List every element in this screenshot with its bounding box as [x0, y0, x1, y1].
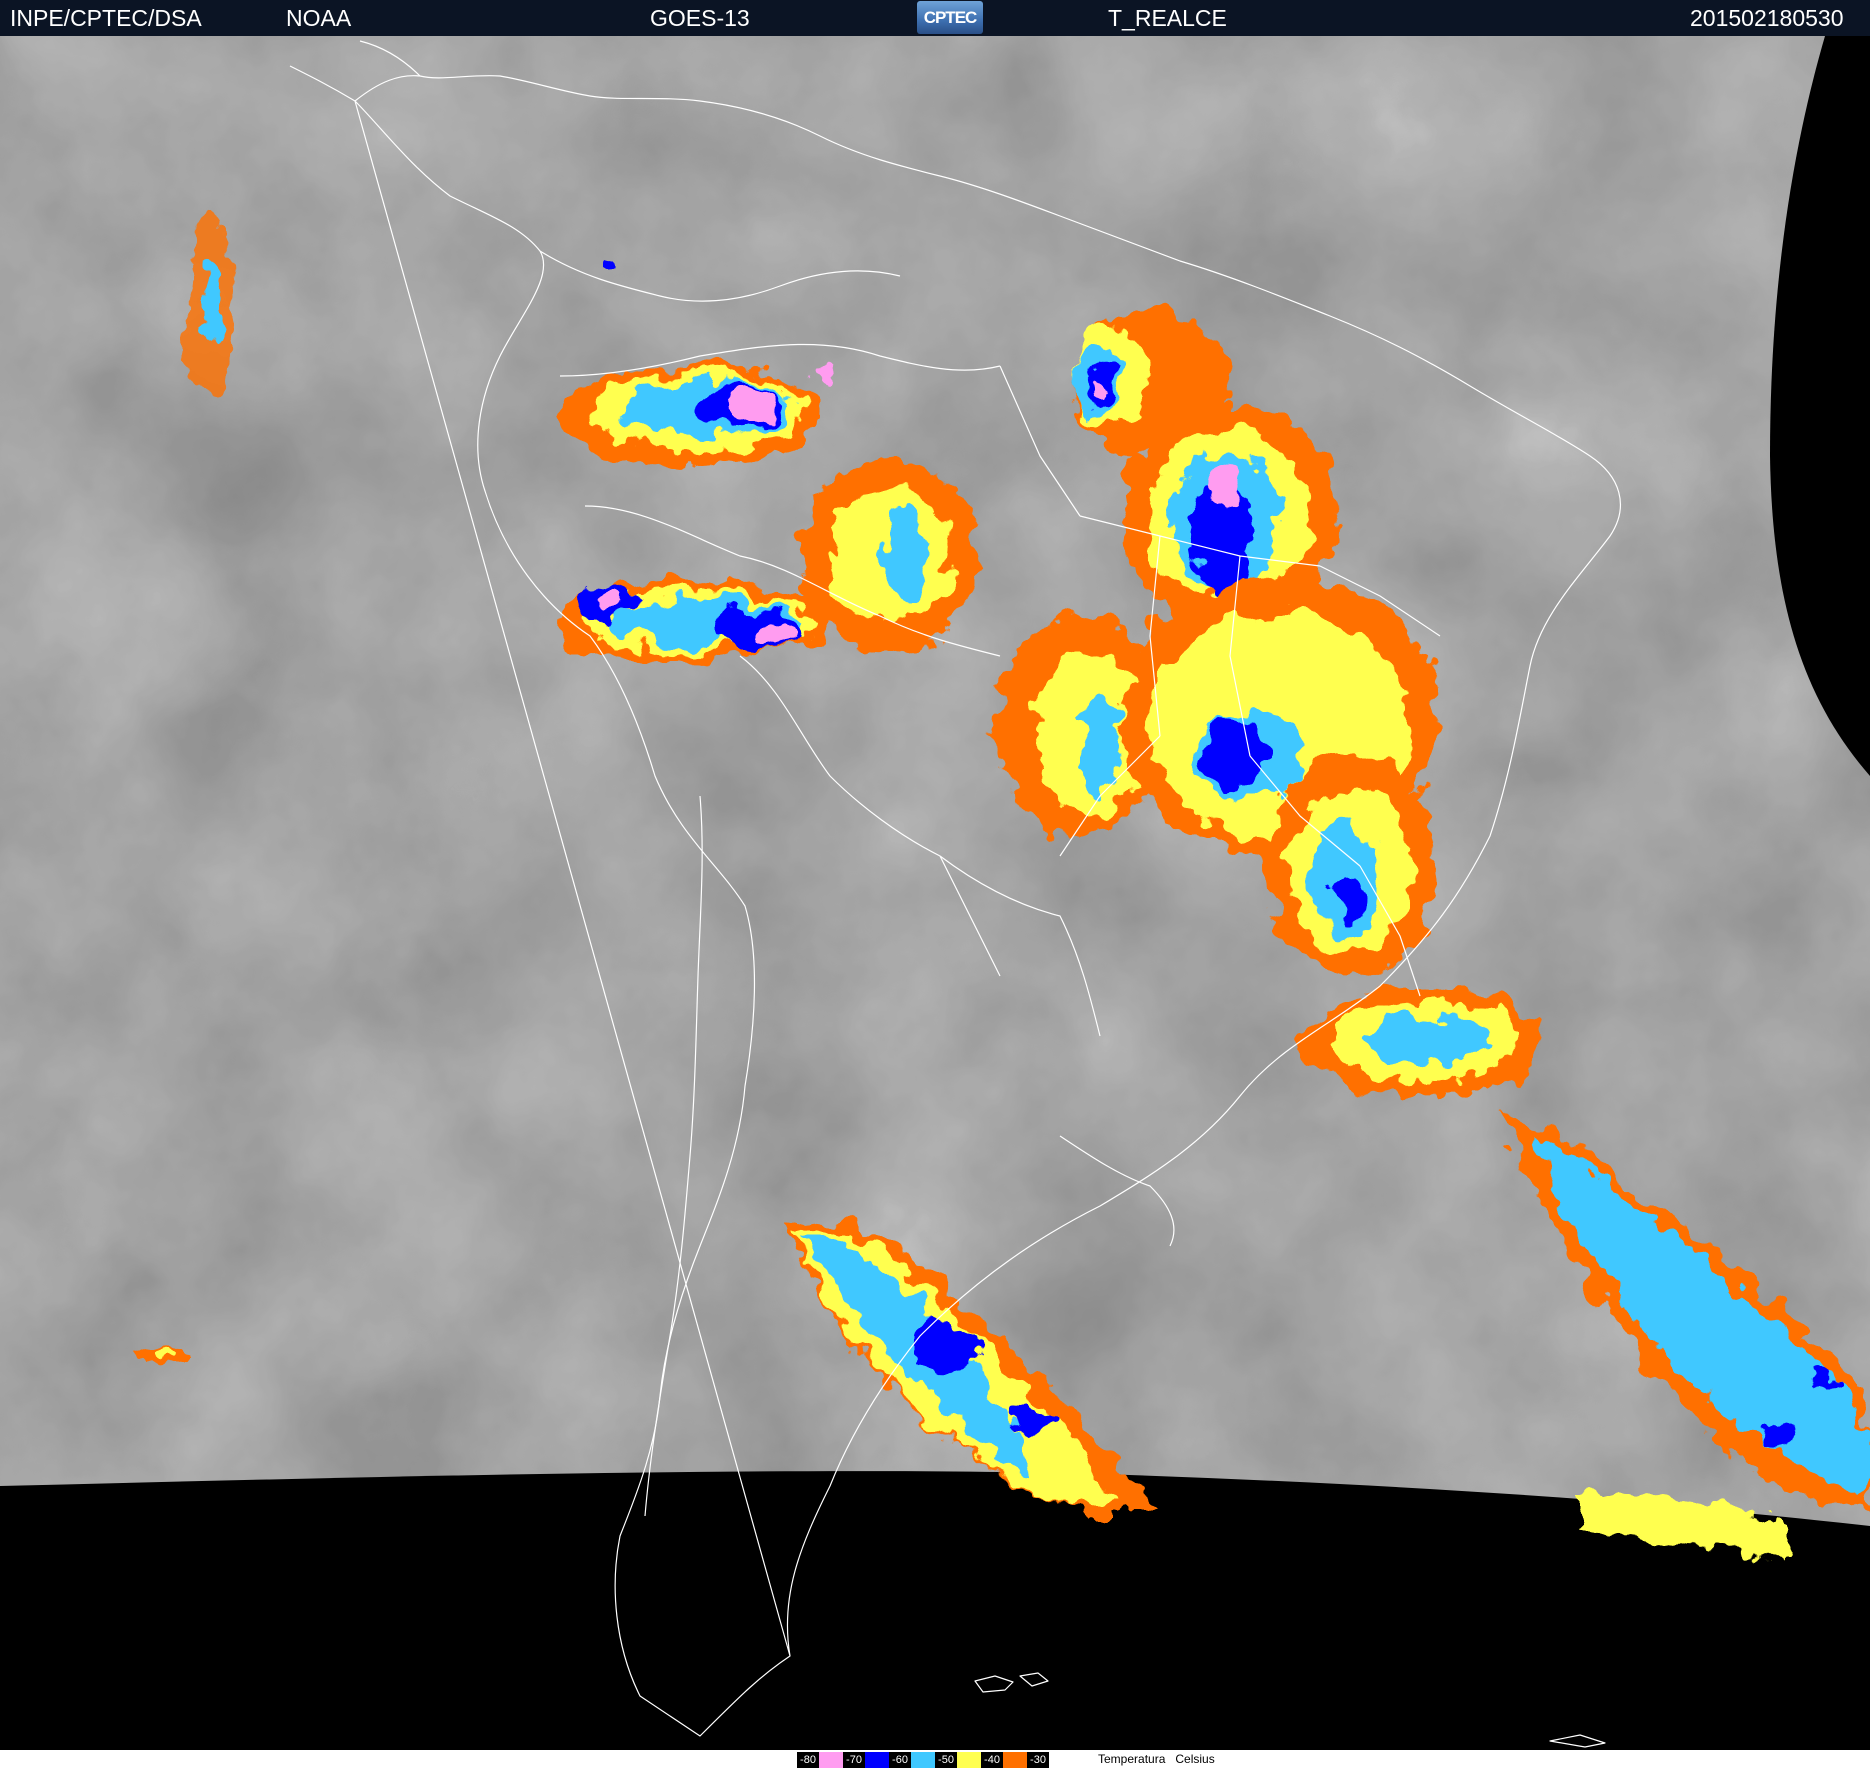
- legend-color: [911, 1752, 935, 1768]
- satellite-image: [0, 36, 1870, 1750]
- timestamp-label: 201502180530: [1690, 5, 1844, 31]
- product-label: T_REALCE: [1108, 5, 1227, 31]
- legend-label: -70: [843, 1752, 865, 1768]
- legend-item-1: -70: [843, 1751, 889, 1769]
- legend-color: [1003, 1752, 1027, 1768]
- legend-item-2: -60: [889, 1751, 935, 1769]
- legend-item-0: -80: [797, 1751, 843, 1769]
- org-label: INPE/CPTEC/DSA: [10, 5, 202, 31]
- legend-color: [819, 1752, 843, 1768]
- header-bar: INPE/CPTEC/DSA NOAA GOES-13 CPTEC T_REAL…: [0, 0, 1870, 36]
- legend-label: -30: [1027, 1752, 1049, 1768]
- cell-central-amazon: [800, 461, 980, 651]
- legend-label: -50: [935, 1752, 957, 1768]
- legend-item-5: -30: [1027, 1751, 1049, 1769]
- legend-item-3: -50: [935, 1751, 981, 1769]
- cell-amazon-west: [560, 366, 820, 466]
- legend-swatches: -80 -70 -60 -50 -40 -30: [797, 1751, 1049, 1769]
- agency-label: NOAA: [286, 5, 352, 31]
- satellite-label: GOES-13: [650, 5, 750, 31]
- legend-color: [865, 1752, 889, 1768]
- cell-southeast: [1300, 986, 1540, 1096]
- legend-label: -60: [889, 1752, 911, 1768]
- legend-item-4: -40: [981, 1751, 1027, 1769]
- cptec-logo-text: CPTEC: [923, 8, 978, 27]
- temperature-legend: -80 -70 -60 -50 -40 -30 Temperatura Cels…: [0, 1750, 1870, 1770]
- legend-caption: Temperatura Celsius: [1098, 1752, 1215, 1766]
- cell-peru: [550, 581, 830, 661]
- cptec-logo: CPTEC: [917, 1, 983, 34]
- legend-label: -40: [981, 1752, 1003, 1768]
- legend-color: [957, 1752, 981, 1768]
- legend-label: -80: [797, 1752, 819, 1768]
